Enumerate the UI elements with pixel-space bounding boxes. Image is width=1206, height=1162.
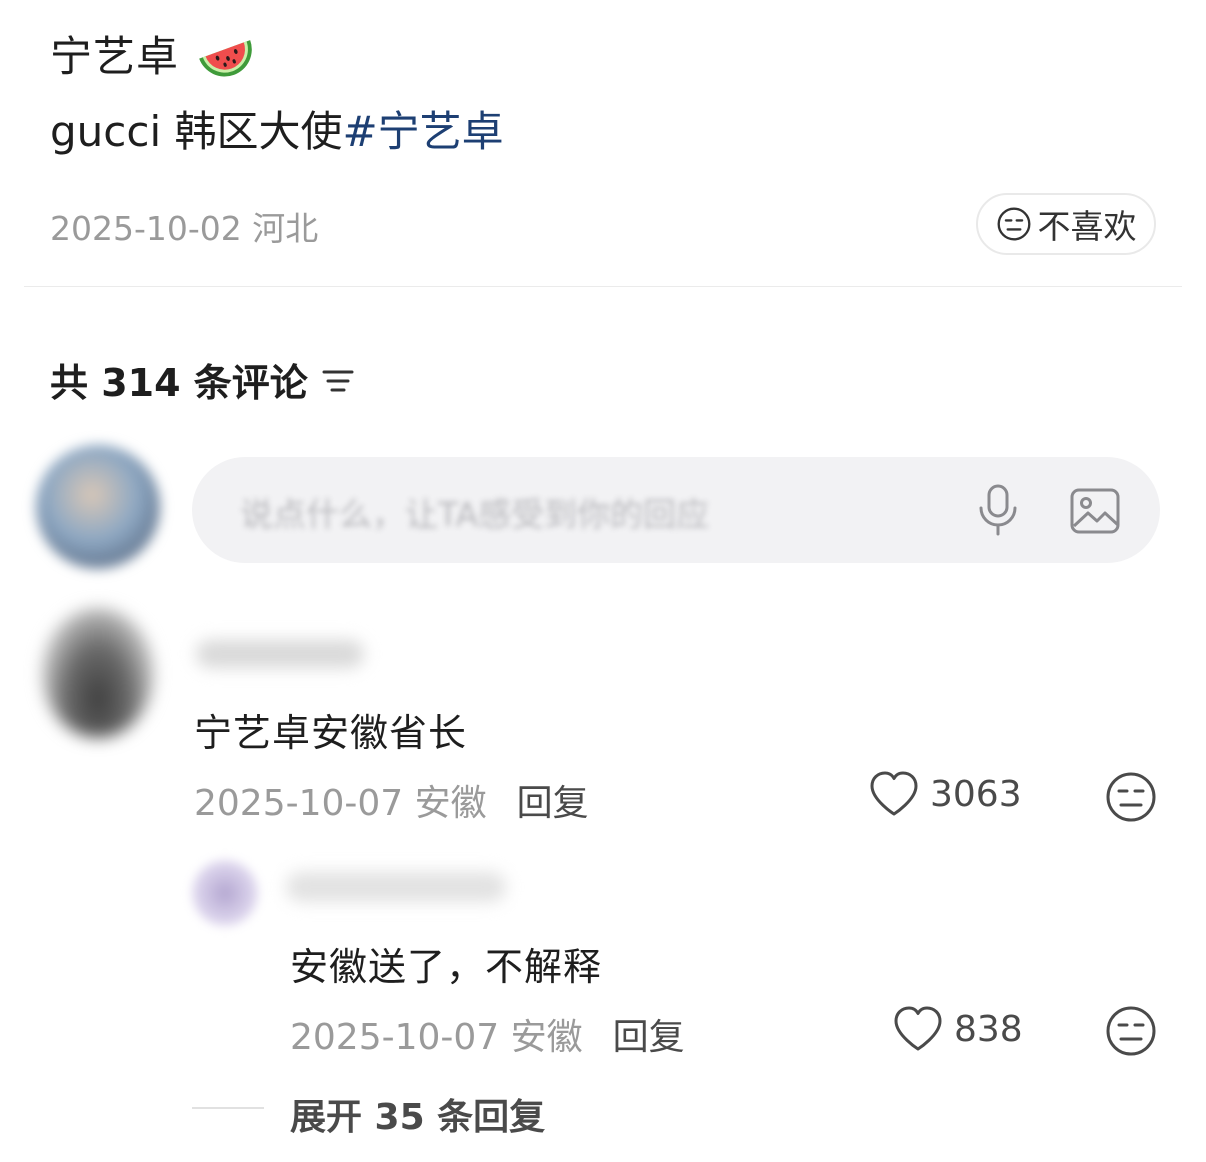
divider — [24, 286, 1182, 287]
reply-avatar[interactable] — [192, 860, 258, 926]
dislike-button[interactable]: 不喜欢 — [976, 193, 1156, 255]
expand-divider — [192, 1107, 264, 1109]
comment-like-button[interactable]: 3063 — [868, 770, 1022, 818]
watermelon-icon — [199, 40, 252, 77]
post-date-location: 2025-10-02 河北 — [50, 209, 319, 248]
post-author[interactable]: 宁艺卓 — [50, 22, 257, 84]
reply-button[interactable]: 回复 — [517, 783, 589, 824]
hashtag-link[interactable]: #宁艺卓 — [342, 107, 503, 156]
mic-icon[interactable] — [972, 482, 1024, 538]
reply-meta: 2025-10-07 安徽 回复 — [290, 1008, 685, 1060]
heart-icon — [870, 771, 918, 816]
reply-text: 安徽送了，不解释 — [290, 945, 603, 989]
post-text: gucci 韩区大使 — [50, 107, 343, 156]
comment-input-placeholder: 说点什么，让TA感受到你的回应 — [240, 495, 710, 534]
reply-name-blurred[interactable] — [286, 872, 506, 902]
reply-like-button[interactable]: 838 — [892, 1005, 1023, 1053]
meh-face-icon — [997, 207, 1030, 241]
reply-date-location: 2025-10-07 安徽 — [290, 1017, 583, 1058]
comment-count-header: 共 314 条评论 — [50, 352, 356, 407]
comment-meta: 2025-10-07 安徽 回复 — [194, 774, 589, 826]
dislike-label: 不喜欢 — [1037, 207, 1137, 246]
meh-face-icon[interactable] — [1104, 1004, 1158, 1058]
meh-face-icon[interactable] — [1104, 770, 1158, 824]
expand-replies-button[interactable]: 展开 35 条回复 — [290, 1088, 545, 1140]
heart-icon — [894, 1006, 942, 1051]
post-body: gucci 韩区大使#宁艺卓 — [50, 98, 504, 159]
my-avatar[interactable] — [36, 445, 160, 569]
comment-count-label: 共 314 条评论 — [50, 361, 308, 405]
commenter-avatar[interactable] — [42, 608, 154, 738]
reply-reply-button[interactable]: 回复 — [613, 1017, 685, 1058]
commenter-name-blurred[interactable] — [196, 640, 364, 668]
reply-like-count: 838 — [954, 1008, 1023, 1050]
comment-date-location: 2025-10-07 安徽 — [194, 783, 487, 824]
comment-like-count: 3063 — [930, 773, 1022, 815]
filter-icon[interactable] — [320, 362, 356, 398]
image-icon[interactable] — [1068, 486, 1122, 536]
comment-text: 宁艺卓安徽省长 — [194, 711, 468, 755]
author-name[interactable]: 宁艺卓 — [50, 23, 179, 84]
